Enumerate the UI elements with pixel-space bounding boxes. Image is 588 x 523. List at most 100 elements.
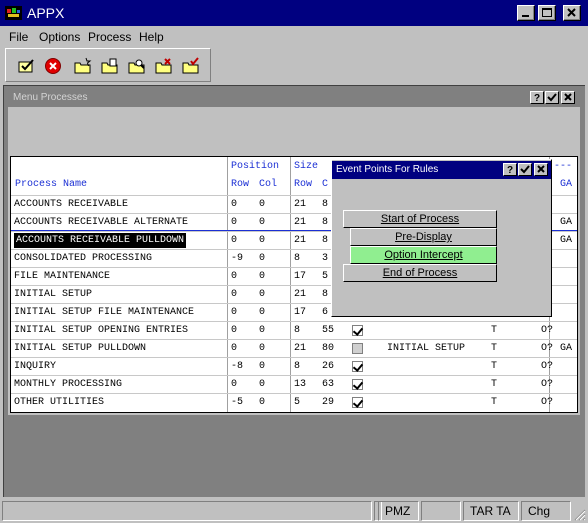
subwindow-ok-button[interactable] [545,91,559,104]
process-name-cell[interactable]: OTHER UTILITIES [14,397,104,408]
start-of-process-button[interactable]: Start of Process [343,210,497,228]
process-name-cell[interactable]: ACCOUNTS RECEIVABLE ALTERNATE [14,217,188,228]
row-checkbox[interactable] [352,379,363,390]
table-row[interactable]: INQUIRY -8 0 8 26 T O? [11,357,577,375]
row-checkbox[interactable] [352,343,363,354]
app-title: APPX [27,5,65,21]
process-name-cell[interactable]: ACCOUNTS RECEIVABLE [14,199,128,210]
row-checkbox[interactable] [352,361,363,372]
position-row-cell: 0 [231,307,238,318]
menu-file[interactable]: File [9,30,28,44]
process-name-cell[interactable]: INQUIRY [14,361,56,372]
position-row-cell: 0 [231,289,238,300]
option-cell: O? [541,325,554,336]
size-row-cell: 13 [294,379,307,390]
size-row-cell: 21 [294,217,307,228]
status-panel-pmz: PMZ [378,501,419,521]
close-icon [537,165,545,173]
process-name-cell[interactable]: INITIAL SETUP PULLDOWN [14,343,146,354]
end-of-process-button[interactable]: End of Process [343,264,497,282]
header-trailing: --- [554,161,573,172]
position-row-cell: 0 [231,379,238,390]
header-size: Size [294,161,319,172]
position-col-cell: 0 [259,307,266,318]
position-col-cell: 0 [259,361,266,372]
subwindow-help-button[interactable]: ? [530,91,544,104]
ga-cell: GA [560,235,573,246]
toolbar [5,48,211,82]
menu-help[interactable]: Help [139,30,164,44]
position-col-cell: 0 [259,235,266,246]
process-name-cell[interactable]: FILE MAINTENANCE [14,271,110,282]
size-row-cell: 8 [294,253,301,264]
row-checkbox[interactable] [352,397,363,408]
folder-check-icon[interactable] [182,57,200,75]
folder-search-icon[interactable] [128,57,146,75]
option-cell: O? [541,379,554,390]
folder-new-icon[interactable] [74,57,92,75]
row-checkbox[interactable] [352,325,363,336]
position-col-cell: 0 [259,217,266,228]
process-name-cell[interactable]: ACCOUNTS RECEIVABLE PULLDOWN [14,233,187,248]
dialog-close-button[interactable] [534,163,548,176]
event-points-dialog: Event Points For Rules ? Start of Proces… [331,159,552,317]
position-row-cell: -8 [231,361,244,372]
option-intercept-button[interactable]: Option Intercept [350,246,497,264]
menu-options[interactable]: Options [39,30,80,44]
header-col: Col [259,179,278,190]
status-panel-main [2,501,372,521]
process-name-cell[interactable]: INITIAL SETUP [14,289,92,300]
dialog-help-button[interactable]: ? [503,163,517,176]
maximize-button[interactable] [538,5,556,21]
position-row-cell: -5 [231,397,244,408]
size-col-cell: 26 [322,361,335,372]
menu-processes-title: Menu Processes [13,92,88,103]
position-col-cell: 0 [259,325,266,336]
position-row-cell: 0 [231,325,238,336]
close-button[interactable] [563,5,581,21]
checkmark-doc-icon[interactable] [17,57,35,75]
cancel-icon[interactable] [44,57,62,75]
svg-text:?: ? [534,93,540,103]
pre-display-button[interactable]: Pre-Display [350,228,497,246]
position-row-cell: 0 [231,235,238,246]
appx-logo-icon [5,6,22,20]
table-row[interactable]: INITIAL SETUP OPENING ENTRIES 0 0 8 55 T O? [11,321,577,339]
table-row[interactable]: INITIAL SETUP PULLDOWN 0 0 21 80 INITIAL SETU… [11,339,577,357]
folder-open-icon[interactable] [101,57,119,75]
ga-cell: GA [560,217,573,228]
header-ga: GA [560,179,573,190]
size-col-cell: 55 [322,325,335,336]
type-cell: T [491,397,498,408]
size-row-cell: 8 [294,325,301,336]
size-col-cell: 5 [322,271,329,282]
resize-grip-icon[interactable] [574,509,586,521]
dialog-title: Event Points For Rules [336,164,439,175]
type-cell: T [491,325,498,336]
minimize-button[interactable] [517,5,535,21]
table-row[interactable]: MONTHLY PROCESSING 0 0 13 63 T O? [11,375,577,393]
position-col-cell: 0 [259,289,266,300]
dialog-ok-button[interactable] [518,163,532,176]
menu-process[interactable]: Process [88,30,131,44]
status-bar: PMZ TAR TA Chg [0,499,588,523]
option-cell: O? [541,343,554,354]
type-cell: T [491,361,498,372]
size-col-cell: 8 [322,235,329,246]
process-name-cell[interactable]: MONTHLY PROCESSING [14,379,122,390]
position-col-cell: 0 [259,199,266,210]
process-name-cell[interactable]: CONSOLIDATED PROCESSING [14,253,152,264]
menu-processes-title-bar: Menu Processes ? [8,89,580,107]
folder-delete-icon[interactable] [155,57,173,75]
size-col-cell: 80 [322,343,335,354]
size-col-cell: 3 [322,253,329,264]
close-icon [567,8,576,17]
size-col-cell: 8 [322,289,329,300]
subwindow-close-button[interactable] [561,91,575,104]
app-title-bar: APPX [0,0,588,26]
process-name-cell[interactable]: INITIAL SETUP OPENING ENTRIES [14,325,188,336]
status-panel-chg: Chg [521,501,571,521]
option-cell: O? [541,397,554,408]
process-name-cell[interactable]: INITIAL SETUP FILE MAINTENANCE [14,307,194,318]
table-row[interactable]: OTHER UTILITIES -5 0 5 29 T O? [11,393,577,411]
